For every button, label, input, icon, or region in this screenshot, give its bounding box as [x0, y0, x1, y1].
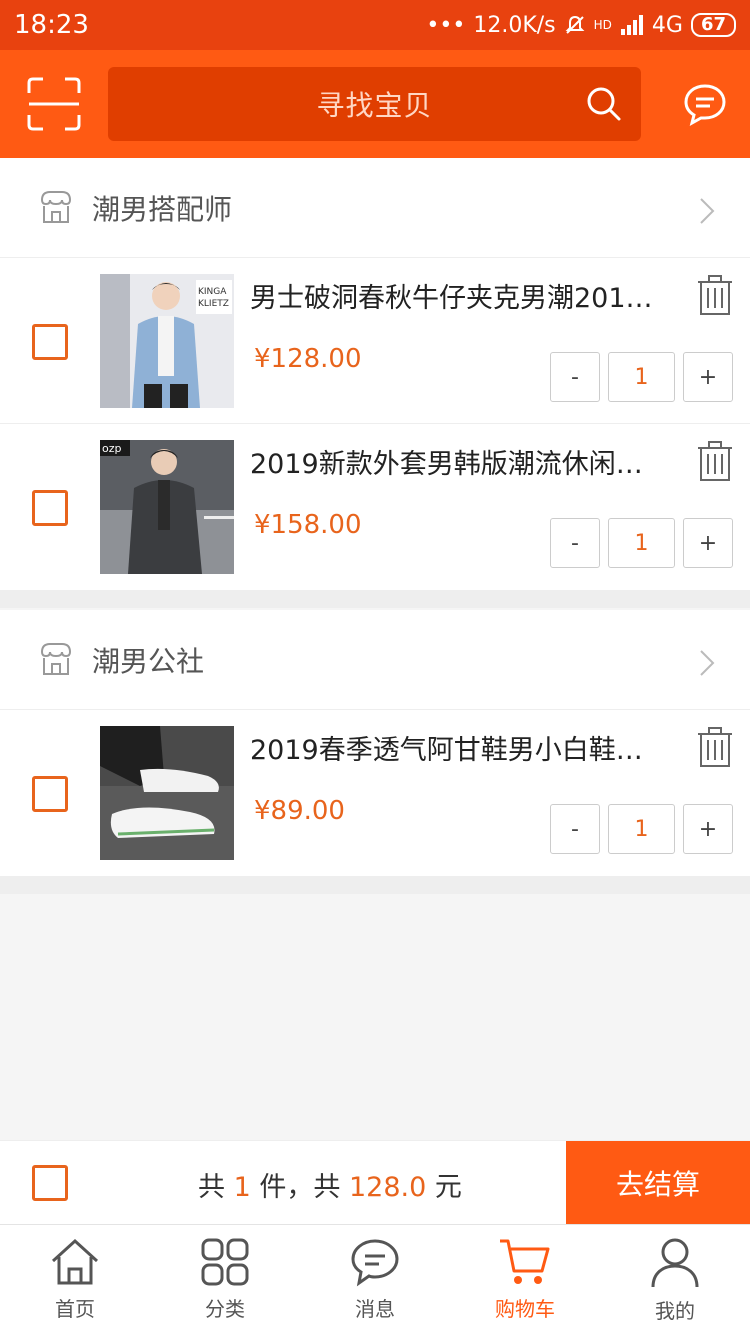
- trash-icon[interactable]: [696, 440, 734, 482]
- store-header[interactable]: 潮男公社: [0, 610, 750, 710]
- status-time: 18:23: [14, 10, 89, 40]
- store-name: 潮男搭配师: [92, 192, 233, 226]
- quantity-increase-button[interactable]: +: [683, 804, 733, 854]
- quantity-increase-button[interactable]: +: [683, 518, 733, 568]
- quantity-decrease-button[interactable]: -: [550, 352, 600, 402]
- chevron-right-icon[interactable]: [698, 648, 716, 678]
- mute-bell-icon: [565, 15, 585, 34]
- scan-icon: [27, 77, 81, 131]
- battery-indicator: 67: [690, 13, 736, 37]
- tab-messages[interactable]: 消息: [300, 1225, 450, 1333]
- tab-profile[interactable]: 我的: [600, 1225, 750, 1333]
- scan-button[interactable]: [0, 50, 108, 158]
- summary-total: 128.0: [348, 1172, 427, 1203]
- summary-prefix: 共: [198, 1172, 225, 1203]
- product-title[interactable]: 男士破洞春秋牛仔夹克男潮201…: [250, 276, 670, 315]
- product-title[interactable]: 2019春季透气阿甘鞋男小白鞋…: [250, 728, 670, 767]
- summary-mid: 件，共: [259, 1172, 341, 1203]
- cart-icon: [500, 1239, 550, 1284]
- cart-summary: 共 1 件，共 128.0 元: [198, 1165, 462, 1204]
- section-divider: [0, 590, 750, 608]
- item-checkbox[interactable]: [32, 324, 68, 360]
- user-icon: [651, 1238, 699, 1288]
- quantity-decrease-button[interactable]: -: [550, 804, 600, 854]
- grid-icon: [201, 1238, 249, 1286]
- quantity-value[interactable]: 1: [608, 352, 675, 402]
- search-icon[interactable]: [585, 85, 623, 123]
- store-section: 潮男公社 2019春季透气阿甘鞋男小白鞋… ¥89.00 - 1 +: [0, 610, 750, 894]
- store-section: 潮男搭配师 KINGA KLIETZ 男士破洞春秋牛仔夹克男潮201… ¥128…: [0, 158, 750, 608]
- product-thumbnail[interactable]: [100, 726, 234, 860]
- dark-jacket-image: ozp: [100, 440, 234, 574]
- message-button[interactable]: [680, 80, 730, 130]
- signal-icon: [620, 15, 643, 35]
- item-checkbox[interactable]: [32, 776, 68, 812]
- status-bar: 18:23 ••• 12.0K/s HD 4G 67: [0, 0, 750, 50]
- tab-label: 我的: [655, 1299, 695, 1323]
- product-thumbnail[interactable]: ozp: [100, 440, 234, 574]
- product-title[interactable]: 2019新款外套男韩版潮流休闲…: [250, 442, 670, 481]
- summary-suffix: 元: [434, 1172, 462, 1203]
- store-header[interactable]: 潮男搭配师: [0, 158, 750, 258]
- quantity-value[interactable]: 1: [608, 804, 675, 854]
- product-thumbnail[interactable]: KINGA KLIETZ: [100, 274, 234, 408]
- tab-label: 购物车: [495, 1297, 555, 1321]
- bottom-tab-bar: 首页 分类 消息 购物车 我的: [0, 1224, 750, 1333]
- tab-label: 分类: [205, 1297, 245, 1321]
- tab-home[interactable]: 首页: [0, 1225, 150, 1333]
- dots-icon: •••: [426, 12, 466, 38]
- shop-icon: [40, 642, 72, 675]
- section-divider: [0, 876, 750, 894]
- product-price: ¥89.00: [254, 796, 345, 826]
- product-price: ¥158.00: [254, 510, 362, 540]
- thumb-brand-text: ozp: [102, 442, 122, 455]
- message-icon: [351, 1239, 399, 1287]
- store-name: 潮男公社: [92, 644, 205, 678]
- svg-text:KLIETZ: KLIETZ: [198, 299, 229, 309]
- item-checkbox[interactable]: [32, 490, 68, 526]
- denim-jacket-image: KINGA KLIETZ: [100, 274, 234, 408]
- tab-label: 首页: [55, 1297, 95, 1321]
- select-all-checkbox[interactable]: [32, 1165, 68, 1201]
- quantity-increase-button[interactable]: +: [683, 352, 733, 402]
- search-input[interactable]: 寻找宝贝: [108, 67, 641, 141]
- search-placeholder: 寻找宝贝: [316, 89, 433, 122]
- network-type: 4G: [651, 12, 683, 38]
- quantity-value[interactable]: 1: [608, 518, 675, 568]
- tab-label: 消息: [355, 1297, 395, 1321]
- top-header: 寻找宝贝: [0, 50, 750, 158]
- home-icon: [51, 1238, 99, 1285]
- chevron-right-icon[interactable]: [698, 196, 716, 226]
- white-sneaker-image: [100, 726, 234, 860]
- trash-icon[interactable]: [696, 726, 734, 768]
- hd-label: HD: [593, 18, 612, 32]
- cart-item: ozp 2019新款外套男韩版潮流休闲… ¥158.00 - 1 +: [0, 424, 750, 590]
- trash-icon[interactable]: [696, 274, 734, 316]
- quantity-decrease-button[interactable]: -: [550, 518, 600, 568]
- network-speed: 12.0K/s: [473, 12, 556, 38]
- tab-category[interactable]: 分类: [150, 1225, 300, 1333]
- tab-cart[interactable]: 购物车: [450, 1225, 600, 1333]
- cart-item: 2019春季透气阿甘鞋男小白鞋… ¥89.00 - 1 +: [0, 710, 750, 876]
- summary-count: 1: [233, 1172, 251, 1203]
- checkout-bar: 共 1 件，共 128.0 元 去结算: [0, 1140, 750, 1225]
- shop-icon: [40, 190, 72, 223]
- checkout-button[interactable]: 去结算: [566, 1141, 750, 1225]
- cart-item: KINGA KLIETZ 男士破洞春秋牛仔夹克男潮201… ¥128.00 - …: [0, 258, 750, 424]
- chat-bubble-icon: [684, 84, 726, 126]
- status-indicators: ••• 12.0K/s HD 4G 67: [426, 13, 736, 38]
- product-price: ¥128.00: [254, 344, 362, 374]
- thumb-brand-text: KINGA: [198, 287, 227, 297]
